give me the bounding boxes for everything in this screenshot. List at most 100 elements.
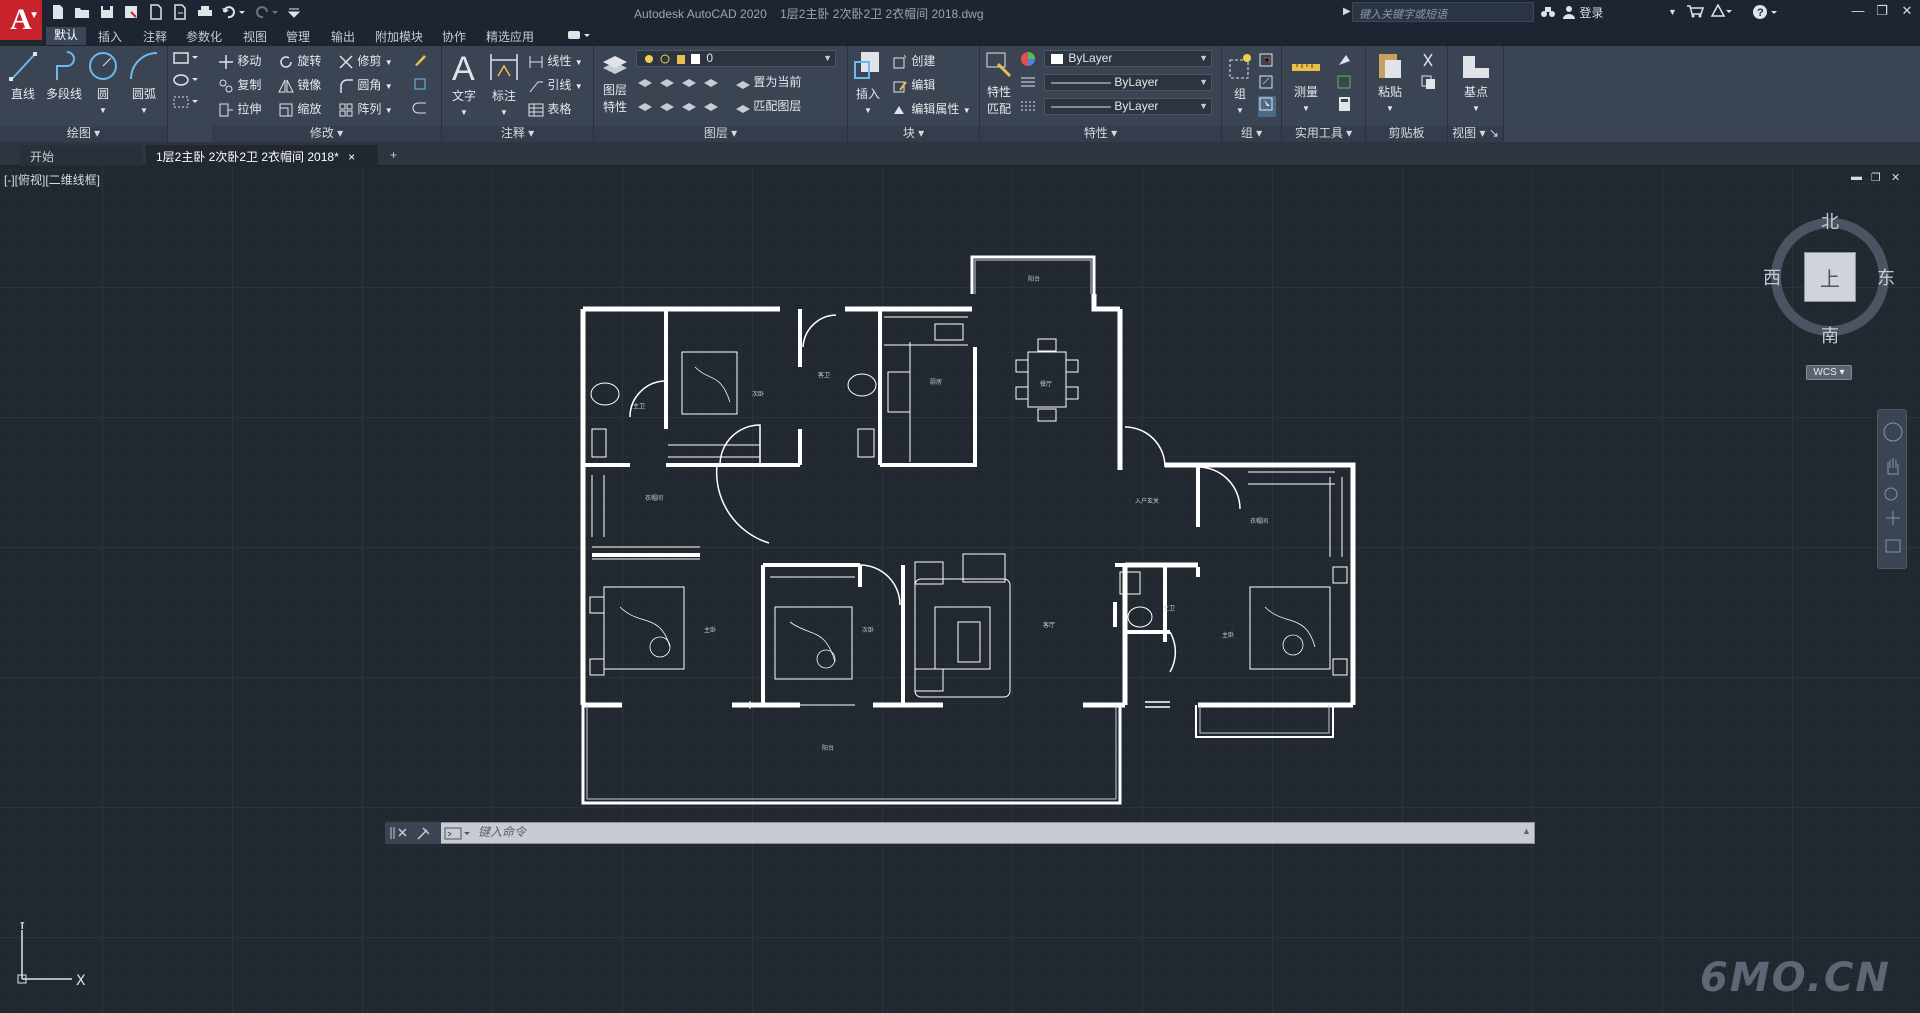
tab-start[interactable]: 开始 bbox=[20, 145, 142, 166]
gradient-icon[interactable] bbox=[172, 94, 202, 115]
hatch-icon[interactable] bbox=[172, 72, 202, 93]
new-file-icon[interactable] bbox=[50, 4, 66, 20]
text-button[interactable]: A 文字 ▼ bbox=[446, 50, 482, 118]
save-as-icon[interactable] bbox=[123, 4, 139, 20]
pan-icon[interactable] bbox=[1887, 458, 1899, 475]
panel-title-utilities[interactable]: 实用工具 ▾ bbox=[1282, 126, 1365, 142]
grip-icon[interactable] bbox=[390, 827, 395, 839]
linear-button[interactable]: 线性 ▼ bbox=[528, 52, 583, 70]
quick-select-icon[interactable] bbox=[1336, 52, 1354, 73]
binoculars-icon[interactable] bbox=[1540, 4, 1556, 23]
panel-title-annotation[interactable]: 注释 ▾ bbox=[442, 126, 593, 142]
customize-qat-icon[interactable] bbox=[286, 4, 302, 20]
copy-button[interactable]: 复制 bbox=[218, 76, 261, 94]
layer-properties-button[interactable]: 图层 特性 bbox=[598, 50, 632, 115]
tab-current-drawing[interactable]: 1层2主卧 2次卧2卫 2衣帽间 2018* × bbox=[146, 145, 378, 166]
ribbon-display-icon[interactable] bbox=[566, 28, 592, 45]
scale-button[interactable]: 缩放 bbox=[278, 100, 321, 118]
panel-title-block[interactable]: 块 ▾ bbox=[848, 126, 979, 142]
mirror-button[interactable]: 镜像 bbox=[278, 76, 321, 94]
edit-block-button[interactable]: 编辑 bbox=[892, 76, 935, 94]
open-web-icon[interactable] bbox=[148, 4, 164, 20]
rotate-button[interactable]: 旋转 bbox=[278, 52, 321, 70]
base-view-button[interactable]: 基点 ▼ bbox=[1456, 50, 1496, 114]
restore-button[interactable]: ❐ bbox=[1871, 3, 1893, 21]
plot-icon[interactable] bbox=[197, 4, 213, 20]
tab-parametric[interactable]: 参数化 bbox=[186, 28, 222, 45]
erase-icon[interactable] bbox=[412, 52, 428, 68]
calculator-icon[interactable] bbox=[1336, 96, 1354, 117]
polyline-button[interactable]: 多段线 bbox=[42, 50, 86, 102]
fillet-button[interactable]: 圆角 ▼ bbox=[338, 76, 393, 94]
compass-west[interactable]: 西 bbox=[1763, 264, 1781, 290]
close-tab-icon[interactable]: × bbox=[348, 150, 355, 164]
rectangle-icon[interactable] bbox=[172, 50, 202, 71]
compass-east[interactable]: 东 bbox=[1877, 264, 1895, 290]
wcs-menu[interactable]: WCS ▾ bbox=[1806, 365, 1852, 380]
panel-title-properties[interactable]: 特性 ▾ bbox=[980, 126, 1221, 142]
arc-button[interactable]: 圆弧 ▼ bbox=[124, 50, 164, 116]
panel-title-draw[interactable]: 绘图 ▾ bbox=[0, 126, 167, 142]
command-line[interactable] bbox=[385, 822, 1535, 844]
dimension-button[interactable]: 标注 ▼ bbox=[486, 50, 522, 118]
explode-icon[interactable] bbox=[412, 76, 428, 92]
tab-default[interactable]: 默认 bbox=[46, 27, 87, 45]
compass-south[interactable]: 南 bbox=[1821, 322, 1839, 348]
recent-commands-button[interactable] bbox=[441, 822, 475, 844]
viewcube[interactable]: 上 北 南 东 西 bbox=[1763, 212, 1895, 346]
steering-wheel-icon[interactable] bbox=[1883, 422, 1903, 442]
search-input[interactable]: 键入关键字或短语 bbox=[1352, 2, 1534, 22]
zoom-icon[interactable] bbox=[1884, 487, 1898, 501]
create-block-button[interactable]: 创建 bbox=[892, 52, 935, 70]
login-button[interactable]: 登录 bbox=[1562, 4, 1603, 21]
trim-button[interactable]: 修剪 ▼ bbox=[338, 52, 393, 70]
circle-button[interactable]: 圆 ▼ bbox=[86, 50, 120, 116]
cart-icon[interactable] bbox=[1686, 4, 1706, 21]
tab-manage[interactable]: 管理 bbox=[286, 28, 310, 45]
command-history-icon[interactable]: ▲ bbox=[1522, 826, 1531, 836]
tab-annotate[interactable]: 注释 bbox=[143, 28, 167, 45]
group-select-icon[interactable] bbox=[1258, 96, 1276, 117]
tab-insert[interactable]: 插入 bbox=[98, 28, 122, 45]
layer-tools-row2[interactable] bbox=[636, 97, 726, 116]
select-all-icon[interactable] bbox=[1336, 74, 1354, 95]
cut-icon[interactable] bbox=[1420, 52, 1438, 73]
panel-title-view[interactable]: 视图 ▾ ↘ bbox=[1448, 126, 1503, 142]
close-command-icon[interactable] bbox=[398, 828, 407, 837]
array-button[interactable]: 阵列 ▼ bbox=[338, 100, 393, 118]
insert-block-button[interactable]: 插入 ▼ bbox=[850, 50, 886, 116]
group-button[interactable]: 组 ▼ bbox=[1226, 52, 1254, 116]
group-edit-icon[interactable] bbox=[1258, 74, 1276, 95]
save-icon[interactable] bbox=[99, 4, 115, 20]
redo-icon[interactable] bbox=[254, 4, 278, 20]
panel-title-clipboard[interactable]: 剪贴板 bbox=[1366, 126, 1447, 142]
save-web-icon[interactable] bbox=[172, 4, 188, 20]
match-properties-button[interactable]: 特性 匹配 bbox=[982, 50, 1016, 117]
paste-button[interactable]: 粘贴 ▼ bbox=[1372, 50, 1408, 114]
offset-icon[interactable] bbox=[412, 100, 428, 116]
panel-title-layers[interactable]: 图层 ▾ bbox=[594, 126, 847, 142]
tab-collaborate[interactable]: 协作 bbox=[442, 28, 466, 45]
a360-icon[interactable] bbox=[1710, 3, 1732, 21]
tab-view[interactable]: 视图 bbox=[243, 28, 267, 45]
color-dropdown[interactable]: ByLayer ▼ bbox=[1044, 50, 1212, 67]
tab-featured-apps[interactable]: 精选应用 bbox=[486, 28, 534, 45]
color-wheel-icon[interactable] bbox=[1020, 51, 1036, 72]
measure-button[interactable]: 测量 ▼ bbox=[1286, 50, 1326, 114]
edit-attributes-button[interactable]: 编辑属性 ▼ bbox=[892, 100, 971, 118]
compass-north[interactable]: 北 bbox=[1821, 208, 1839, 234]
new-tab-button[interactable]: + bbox=[380, 145, 407, 166]
leader-button[interactable]: 引线 ▼ bbox=[528, 76, 583, 94]
orbit-icon[interactable] bbox=[1886, 511, 1900, 525]
viewcube-top-face[interactable]: 上 bbox=[1804, 252, 1856, 302]
tab-addins[interactable]: 附加模块 bbox=[375, 28, 423, 45]
make-current-button[interactable]: 置为当前 bbox=[734, 73, 801, 91]
copy-clip-icon[interactable] bbox=[1420, 74, 1438, 95]
help-icon[interactable]: ? bbox=[1752, 4, 1780, 23]
showmotion-icon[interactable] bbox=[1885, 539, 1901, 553]
login-dropdown-icon[interactable]: ▼ bbox=[1668, 7, 1677, 17]
search-expand-icon[interactable]: ▶ bbox=[1343, 6, 1351, 17]
undo-icon[interactable] bbox=[221, 4, 246, 20]
panel-title-modify[interactable]: 修改 ▾ bbox=[212, 126, 441, 142]
stretch-button[interactable]: 拉伸 bbox=[218, 100, 261, 118]
